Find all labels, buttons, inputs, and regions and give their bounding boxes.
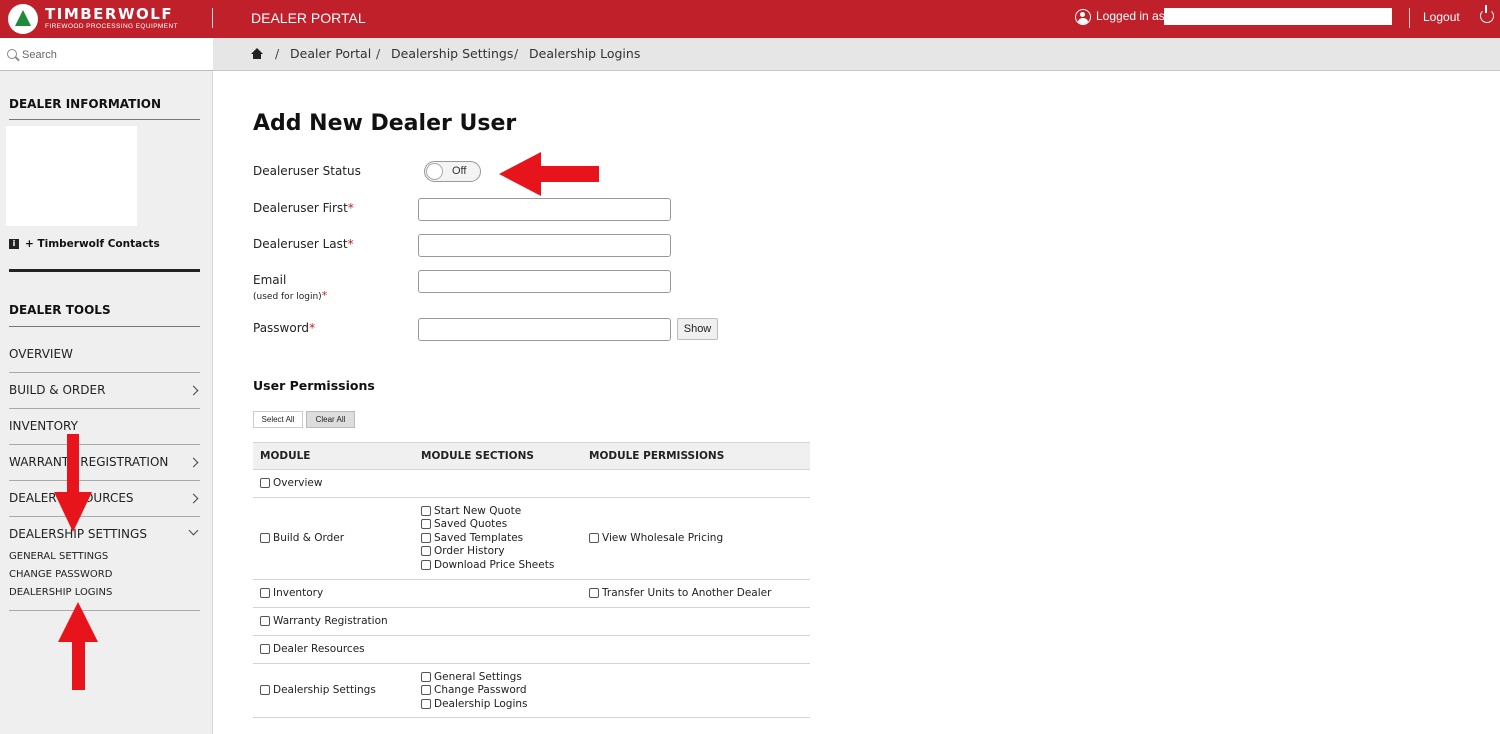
clear-all-button[interactable]: Clear All bbox=[306, 411, 355, 428]
info-icon: i bbox=[9, 239, 19, 249]
table-row: Overview bbox=[253, 470, 810, 498]
dealer-tools-heading: DEALER TOOLS bbox=[9, 303, 111, 317]
section-checkbox-start-new-quote[interactable]: Start New Quote bbox=[421, 504, 554, 518]
sidebar-item-dealer-resources[interactable]: DEALER RESOURCES bbox=[9, 481, 200, 517]
chevron-right-icon bbox=[188, 457, 199, 468]
logo-name: TIMBERWOLF bbox=[45, 5, 174, 24]
power-icon[interactable] bbox=[1480, 5, 1494, 23]
section-checkbox-saved-quotes[interactable]: Saved Quotes bbox=[421, 518, 554, 532]
section-checkbox-dealership-logins[interactable]: Dealership Logins bbox=[421, 697, 528, 711]
permissions-table: MODULE MODULE SECTIONS MODULE PERMISSION… bbox=[253, 442, 810, 718]
email-label: Email bbox=[253, 273, 287, 287]
sidebar-item-warranty-registration[interactable]: WARRANTY REGISTRATION bbox=[9, 445, 200, 481]
last-name-label: Dealeruser Last* bbox=[253, 237, 354, 251]
module-checkbox-inventory[interactable]: Inventory bbox=[260, 587, 323, 599]
table-row: Warranty Registration bbox=[253, 608, 810, 636]
divider bbox=[9, 119, 200, 120]
password-field[interactable] bbox=[418, 318, 671, 341]
table-row: Dealer Resources bbox=[253, 636, 810, 664]
page-title: Add New Dealer User bbox=[253, 111, 517, 136]
sidebar-item-inventory[interactable]: INVENTORY bbox=[9, 409, 200, 445]
show-password-button[interactable]: Show bbox=[677, 318, 718, 340]
timberwolf-contacts-link[interactable]: i + Timberwolf Contacts bbox=[9, 238, 160, 250]
email-field[interactable] bbox=[418, 270, 671, 293]
module-checkbox-build-order[interactable]: Build & Order bbox=[260, 532, 344, 544]
module-checkbox-dealership-settings[interactable]: Dealership Settings bbox=[260, 684, 376, 696]
table-row: Dealership Settings General Settings Cha… bbox=[253, 664, 810, 718]
sidebar-item-label: BUILD & ORDER bbox=[9, 383, 106, 397]
breadcrumb-separator: / bbox=[514, 46, 519, 61]
breadcrumb-dealership-logins: Dealership Logins bbox=[529, 46, 641, 61]
chevron-down-icon bbox=[188, 525, 199, 536]
last-name-field[interactable] bbox=[418, 234, 671, 257]
sidebar: DEALER INFORMATION i + Timberwolf Contac… bbox=[0, 71, 213, 734]
email-sublabel: (used for login)* bbox=[253, 289, 328, 302]
search-icon bbox=[7, 49, 17, 59]
table-header-row: MODULE MODULE SECTIONS MODULE PERMISSION… bbox=[253, 442, 810, 470]
logged-in-label: Logged in as bbox=[1096, 9, 1165, 23]
chevron-right-icon bbox=[188, 493, 199, 504]
divider bbox=[9, 269, 200, 272]
module-checkbox-overview[interactable]: Overview bbox=[260, 477, 322, 489]
header-divider bbox=[212, 8, 213, 28]
divider bbox=[9, 326, 200, 327]
dealer-info-heading: DEALER INFORMATION bbox=[9, 97, 162, 111]
section-checkbox-change-password[interactable]: Change Password bbox=[421, 684, 528, 698]
module-checkbox-warranty-registration[interactable]: Warranty Registration bbox=[260, 615, 388, 627]
breadcrumb: / Dealer Portal / Dealership Settings / … bbox=[213, 38, 1500, 71]
breadcrumb-dealer-portal[interactable]: Dealer Portal bbox=[290, 46, 371, 61]
permission-checkbox-view-wholesale-pricing[interactable]: View Wholesale Pricing bbox=[589, 532, 723, 544]
table-row: Build & Order Start New Quote Saved Quot… bbox=[253, 498, 810, 580]
user-icon bbox=[1075, 9, 1091, 25]
sidebar-sublink-dealership-logins[interactable]: DEALERSHIP LOGINS bbox=[9, 587, 112, 598]
status-toggle[interactable]: Off bbox=[424, 161, 481, 182]
sidebar-item-label: OVERVIEW bbox=[9, 347, 73, 361]
dealer-logo-image bbox=[6, 126, 137, 226]
section-checkbox-download-price-sheets[interactable]: Download Price Sheets bbox=[421, 558, 554, 572]
logged-in-user-field bbox=[1164, 8, 1392, 25]
select-all-button[interactable]: Select All bbox=[253, 411, 303, 428]
toggle-state: Off bbox=[452, 165, 467, 177]
section-list: General Settings Change Password Dealers… bbox=[421, 670, 528, 711]
permission-checkbox-transfer-units[interactable]: Transfer Units to Another Dealer bbox=[589, 587, 771, 599]
annotation-arrow-up bbox=[58, 602, 98, 690]
logout-link[interactable]: Logout bbox=[1423, 10, 1460, 24]
breadcrumb-dealership-settings[interactable]: Dealership Settings bbox=[391, 46, 513, 61]
sidebar-item-label: INVENTORY bbox=[9, 419, 78, 433]
sidebar-item-overview[interactable]: OVERVIEW bbox=[9, 337, 200, 373]
sidebar-item-build-order[interactable]: BUILD & ORDER bbox=[9, 373, 200, 409]
tree-logo-icon bbox=[8, 4, 38, 34]
logo-tagline: FIREWOOD PROCESSING EQUIPMENT bbox=[45, 23, 178, 31]
chevron-right-icon bbox=[188, 385, 199, 396]
section-checkbox-saved-templates[interactable]: Saved Templates bbox=[421, 531, 554, 545]
timberwolf-logo[interactable]: TIMBERWOLF FIREWOOD PROCESSING EQUIPMENT bbox=[8, 4, 178, 34]
section-list: Start New Quote Saved Quotes Saved Templ… bbox=[421, 504, 554, 572]
first-name-field[interactable] bbox=[418, 198, 671, 221]
column-header-module: MODULE bbox=[260, 450, 311, 462]
portal-title: DEALER PORTAL bbox=[251, 10, 366, 26]
top-bar: TIMBERWOLF FIREWOOD PROCESSING EQUIPMENT… bbox=[0, 0, 1500, 38]
section-checkbox-order-history[interactable]: Order History bbox=[421, 545, 554, 559]
sidebar-sublink-change-password[interactable]: CHANGE PASSWORD bbox=[9, 569, 112, 580]
breadcrumb-separator: / bbox=[376, 46, 381, 61]
table-row: Inventory Transfer Units to Another Deal… bbox=[253, 580, 810, 608]
column-header-permissions: MODULE PERMISSIONS bbox=[589, 450, 725, 462]
toggle-knob bbox=[426, 163, 443, 180]
password-label: Password* bbox=[253, 321, 316, 335]
search-input[interactable] bbox=[22, 46, 207, 64]
status-label: Dealeruser Status bbox=[253, 164, 361, 178]
annotation-arrow-left bbox=[499, 152, 599, 196]
home-icon[interactable] bbox=[251, 48, 263, 59]
sidebar-sublink-general-settings[interactable]: GENERAL SETTINGS bbox=[9, 551, 108, 562]
contacts-label: + Timberwolf Contacts bbox=[25, 238, 160, 250]
header-divider bbox=[1409, 8, 1410, 28]
section-checkbox-general-settings[interactable]: General Settings bbox=[421, 670, 528, 684]
search-box bbox=[0, 38, 213, 71]
first-name-label: Dealeruser First* bbox=[253, 201, 354, 215]
breadcrumb-separator: / bbox=[275, 46, 280, 61]
module-checkbox-dealer-resources[interactable]: Dealer Resources bbox=[260, 643, 365, 655]
annotation-arrow-down bbox=[54, 434, 92, 532]
permissions-title: User Permissions bbox=[253, 378, 375, 393]
column-header-sections: MODULE SECTIONS bbox=[421, 450, 534, 462]
